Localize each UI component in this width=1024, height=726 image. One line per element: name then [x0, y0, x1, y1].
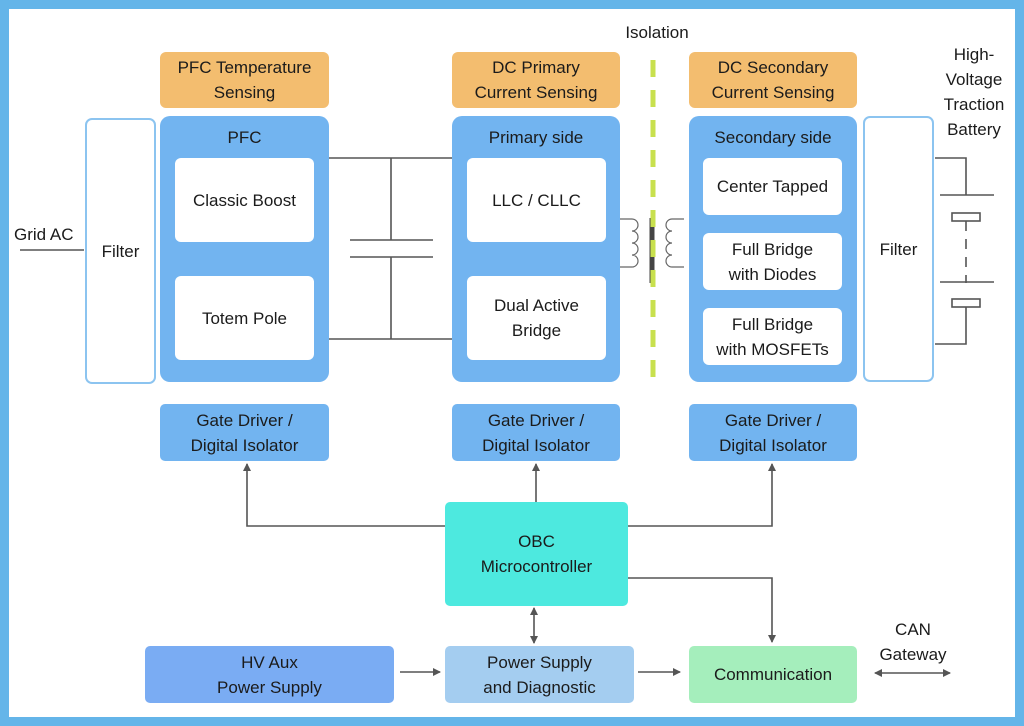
primary-option-llc-cllc: LLC / CLLC: [467, 158, 606, 242]
isolation-label: Isolation: [625, 23, 689, 42]
gate-driver-pfc: Gate Driver / Digital Isolator: [160, 404, 329, 461]
output-filter: Filter: [863, 116, 934, 382]
primary-option-dual-active-bridge: Dual Active Bridge: [467, 276, 606, 360]
hv-aux-power-supply: HV Aux Power Supply: [145, 646, 394, 703]
secondary-option-full-bridge-diodes: Full Bridge with Diodes: [703, 233, 842, 290]
secondary-option-center-tapped: Center Tapped: [703, 158, 842, 215]
gate-driver-secondary: Gate Driver / Digital Isolator: [689, 404, 857, 461]
power-supply-diagnostic: Power Supply and Diagnostic: [445, 646, 634, 703]
dc-secondary-current-sensing: DC Secondary Current Sensing: [689, 52, 857, 108]
battery-label: High- Voltage Traction Battery: [943, 45, 1005, 139]
pfc-temperature-sensing: PFC Temperature Sensing: [160, 52, 329, 108]
dc-primary-current-sensing: DC Primary Current Sensing: [452, 52, 620, 108]
obc-microcontroller: OBC Microcontroller: [445, 502, 628, 606]
pfc-option-totem-pole: Totem Pole: [175, 276, 314, 360]
grid-ac-label: Grid AC: [14, 225, 74, 244]
pfc-option-classic-boost: Classic Boost: [175, 158, 314, 242]
secondary-option-full-bridge-mosfets: Full Bridge with MOSFETs: [703, 308, 842, 365]
gate-driver-primary: Gate Driver / Digital Isolator: [452, 404, 620, 461]
communication-block: Communication: [689, 646, 857, 703]
secondary-side-title: Secondary side: [714, 128, 832, 147]
input-filter: Filter: [85, 118, 156, 384]
pfc-stage-title: PFC: [227, 128, 262, 147]
primary-side-title: Primary side: [488, 128, 584, 147]
can-gateway-label: CAN Gateway: [879, 620, 947, 664]
